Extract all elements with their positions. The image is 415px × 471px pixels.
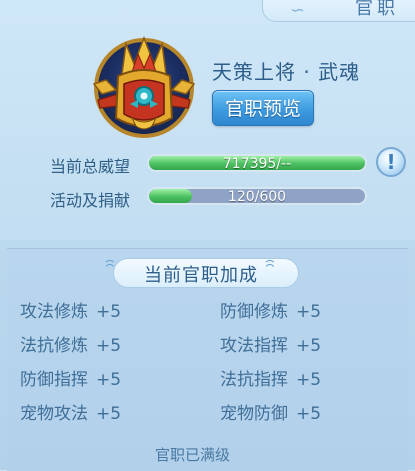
bonus-item: 防御修炼 +5: [220, 302, 322, 322]
exclamation-icon[interactable]: !: [376, 147, 406, 177]
max-level-text: 官职已满级: [155, 446, 231, 464]
rank-title: 天策上将 · 武魂: [212, 60, 361, 84]
bonus-title: 当前官职加成: [144, 265, 258, 286]
donation-label: 活动及捐献: [50, 191, 131, 210]
bonus-item: 宠物防御 +5: [220, 404, 322, 424]
swirl-ornament-icon: ∽: [290, 0, 306, 21]
prestige-value: 717395/--: [222, 156, 292, 172]
bonus-item: 攻法指挥 +5: [220, 336, 322, 356]
window-title: 官职: [355, 0, 399, 19]
donation-value: 120/600: [227, 189, 287, 205]
bonus-item: 法抗指挥 +5: [220, 370, 322, 390]
prestige-bar: 717395/--: [147, 154, 367, 172]
prestige-label: 当前总威望: [50, 157, 131, 176]
bonus-item: 攻法修炼 +5: [20, 302, 122, 322]
bonus-item: 法抗修炼 +5: [20, 336, 122, 356]
bonus-item: 宠物攻法 +5: [20, 404, 122, 424]
bonus-item: 防御指挥 +5: [20, 370, 122, 390]
donation-bar: 120/600: [147, 187, 367, 205]
rank-emblem: [92, 34, 196, 138]
rank-preview-button[interactable]: 官职预览: [212, 90, 314, 126]
